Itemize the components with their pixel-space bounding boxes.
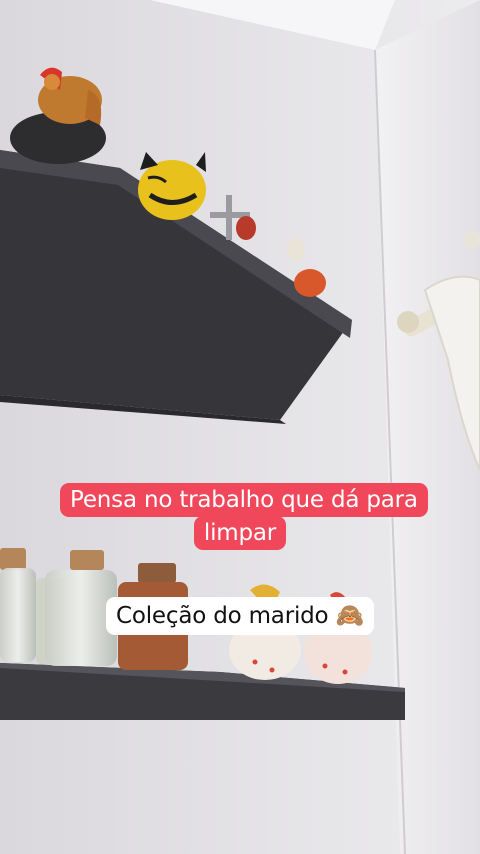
shelves-photo [0, 0, 480, 854]
photo-frame: Pensa no trabalho que dá para limpar Col… [0, 0, 480, 854]
caption-secondary-text: Coleção do marido 🙈 [106, 597, 374, 635]
caption-main: Pensa no trabalho que dá para limpar [60, 483, 428, 550]
caption-secondary: Coleção do marido 🙈 [80, 597, 400, 635]
caption-main-text: Pensa no trabalho que dá para limpar [60, 483, 428, 550]
